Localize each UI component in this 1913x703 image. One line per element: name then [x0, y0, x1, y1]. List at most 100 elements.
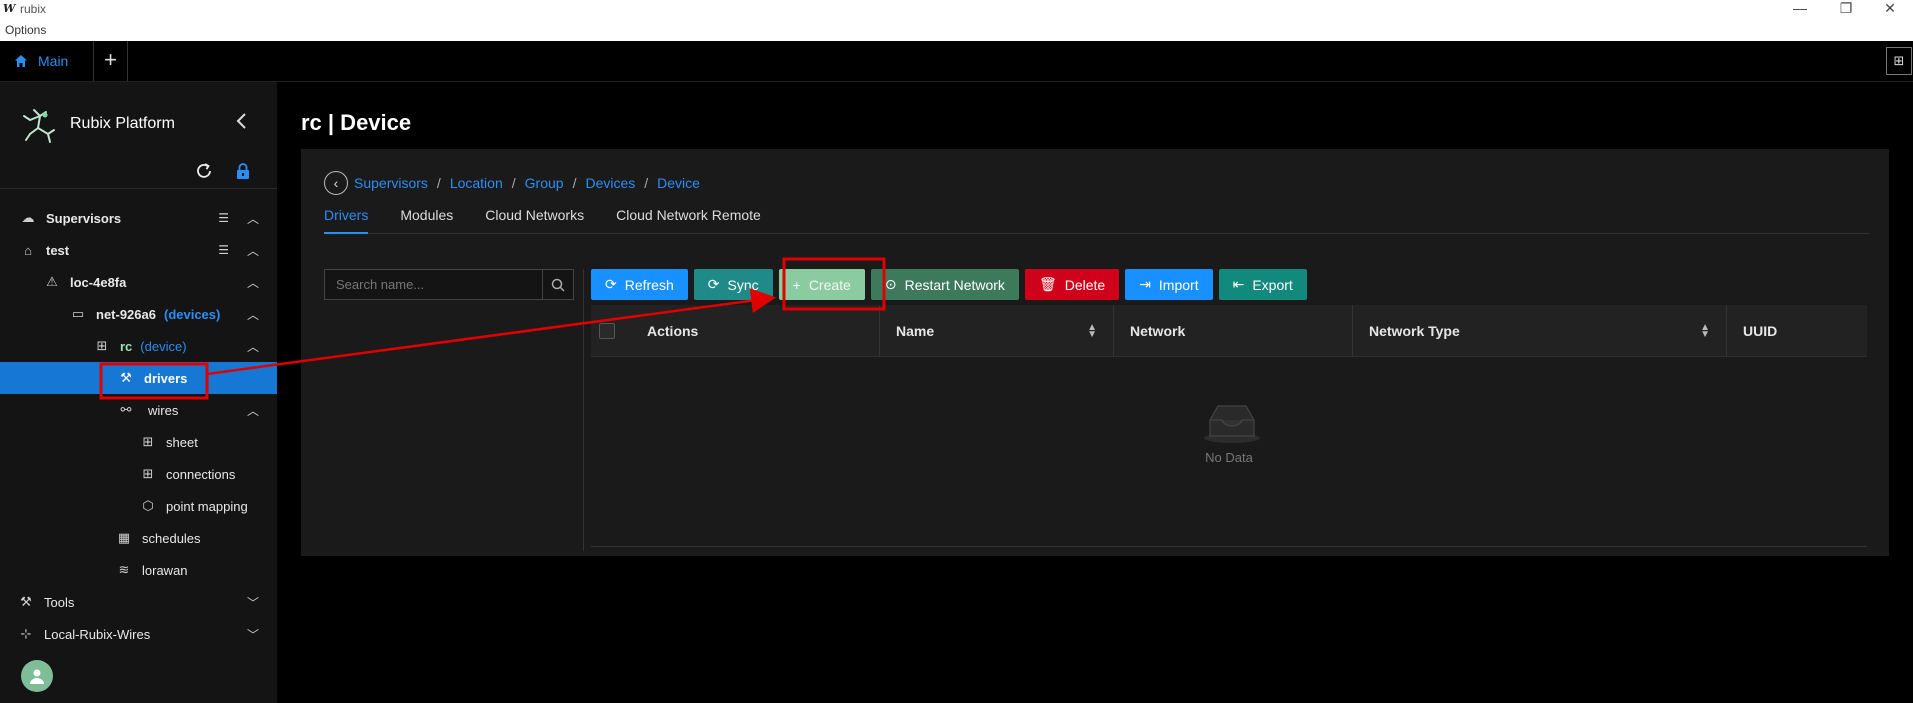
page-title: rc | Device: [301, 110, 412, 135]
panel-divider: [583, 269, 584, 551]
tab-modules[interactable]: Modules: [400, 205, 453, 234]
sidebar-item-point-mapping[interactable]: ⬡ point mapping: [0, 490, 277, 522]
sort-icon[interactable]: ▲ ▼: [1087, 322, 1097, 339]
chevron-down-icon[interactable]: ﹀: [247, 626, 259, 643]
sidebar-item-tag: (devices): [163, 306, 221, 322]
breadcrumb-devices[interactable]: Devices: [585, 175, 635, 191]
action-toolbar: ⟳ Refresh ⟳ Sync + Create ⊙ Restart Netw…: [591, 269, 1307, 300]
sidebar-item-network[interactable]: ▭ net-926a6 (devices) ︿: [0, 298, 277, 330]
window-title: rubix: [20, 2, 47, 16]
delete-button[interactable]: 🗑 Delete: [1024, 269, 1120, 300]
sidebar-item-tools[interactable]: ⚒ Tools ﹀: [0, 586, 277, 618]
connections-icon: ⊞: [142, 466, 154, 481]
menu-icon[interactable]: ☰: [218, 211, 229, 225]
chevron-up-icon[interactable]: ︿: [247, 274, 259, 291]
column-name[interactable]: Name ▲ ▼: [880, 304, 1114, 357]
sidebar-item-test[interactable]: ⌂ test ☰ ︿: [0, 234, 277, 266]
app-logo-icon: W: [3, 2, 16, 15]
empty-inbox-icon: [1204, 405, 1260, 443]
checkbox-box: [599, 322, 615, 339]
sidebar-item-sheet[interactable]: ⊞ sheet: [0, 426, 277, 458]
sidebar-item-label: Local-Rubix-Wires: [44, 626, 151, 642]
sidebar-item-device[interactable]: ⊞ rc (device) ︿: [0, 330, 277, 362]
sidebar-item-supervisors[interactable]: ☁ Supervisors ☰ ︿: [0, 202, 277, 234]
sidebar-item-connections[interactable]: ⊞ connections: [0, 458, 277, 490]
sidebar-item-label: Tools: [44, 594, 75, 610]
minimize-button[interactable]: —: [1777, 0, 1823, 18]
sidebar-item-local-rubix-wires[interactable]: ⊹ Local-Rubix-Wires ﹀: [0, 618, 277, 650]
select-all-checkbox[interactable]: [591, 305, 631, 357]
tab-drivers[interactable]: Drivers: [324, 205, 369, 234]
sidebar-item-wires[interactable]: ⚯ wires ︿: [0, 394, 277, 426]
sidebar-item-drivers[interactable]: ⚒ drivers: [0, 362, 277, 394]
sidebar-item-lorawan[interactable]: ≋ lorawan: [0, 554, 277, 586]
sidebar-item-location[interactable]: ⚠ loc-4e8fa ︿: [0, 266, 277, 298]
sidebar-item-label: sheet: [166, 434, 198, 450]
restore-button[interactable]: ❐: [1823, 0, 1869, 18]
column-label: Network: [1130, 322, 1186, 339]
sync-button[interactable]: ⟳ Sync: [693, 269, 773, 300]
avatar[interactable]: [21, 660, 53, 692]
mapping-icon: ⬡: [142, 498, 154, 513]
tab-cloud-network-remote[interactable]: Cloud Network Remote: [616, 205, 761, 234]
wifi-icon: ≋: [118, 562, 130, 577]
layout-toggle-icon[interactable]: ⊞: [1886, 47, 1912, 75]
tab-cloud-networks[interactable]: Cloud Networks: [485, 205, 584, 234]
collapse-sidebar-icon[interactable]: [235, 112, 247, 135]
add-tab-button[interactable]: +: [94, 41, 128, 81]
chevron-up-icon[interactable]: ︿: [247, 210, 259, 227]
chevron-up-icon[interactable]: ︿: [247, 338, 259, 355]
main-content: rc | Device ‹ Supervisors / Location / G…: [277, 82, 1913, 703]
breadcrumb-separator: /: [644, 175, 649, 191]
plus-icon: +: [792, 276, 801, 293]
no-data-text: No Data: [1205, 450, 1253, 465]
window-titlebar: W rubix Options — ❐ ✕: [0, 0, 1913, 41]
tab-main[interactable]: Main: [0, 41, 94, 81]
wrench-icon: ⚒: [120, 370, 132, 385]
restart-network-button[interactable]: ⊙ Restart Network: [870, 269, 1019, 300]
restart-button-label: Restart Network: [904, 276, 1005, 293]
search-button[interactable]: [542, 270, 573, 299]
sidebar-item-label: wires: [148, 402, 179, 418]
breadcrumb-device[interactable]: Device: [657, 175, 700, 191]
chevron-up-icon[interactable]: ︿: [247, 306, 259, 323]
sidebar-item-schedules[interactable]: ▦ schedules: [0, 522, 277, 554]
breadcrumb-group[interactable]: Group: [525, 175, 564, 191]
sidebar: Rubix Platform ☁ Supervisors ☰ ︿ ⌂ test ☰…: [0, 82, 277, 703]
back-icon[interactable]: ‹: [324, 171, 348, 195]
options-menu[interactable]: Options: [5, 23, 46, 37]
calendar-icon: ▦: [117, 530, 131, 545]
lock-icon[interactable]: [235, 162, 251, 180]
refresh-button[interactable]: ⟳ Refresh: [591, 269, 688, 300]
import-button[interactable]: ⇥ Import: [1125, 269, 1213, 300]
sync-icon: ⟳: [707, 276, 720, 292]
delete-button-label: Delete: [1064, 276, 1106, 293]
warning-triangle-icon: ⚠: [46, 274, 58, 289]
breadcrumb-separator: /: [436, 175, 441, 191]
content-panel: ‹ Supervisors / Location / Group / Devic…: [301, 149, 1889, 556]
chevron-up-icon[interactable]: ︿: [247, 402, 259, 419]
sidebar-item-label: rc: [120, 338, 133, 354]
menu-icon[interactable]: ☰: [218, 243, 229, 257]
export-button[interactable]: ⇤ Export: [1218, 269, 1307, 300]
column-actions: Actions: [631, 304, 880, 357]
chevron-up-icon[interactable]: ︿: [247, 242, 259, 259]
user-icon: [30, 669, 44, 684]
column-network-type[interactable]: Network Type ▲ ▼: [1353, 304, 1727, 357]
laptop-icon: ▭: [71, 306, 85, 321]
chevron-down-icon[interactable]: ﹀: [247, 594, 259, 611]
create-button[interactable]: + Create: [778, 269, 865, 300]
sidebar-item-label: schedules: [142, 530, 201, 546]
home-icon: [15, 55, 27, 67]
sort-icon[interactable]: ▲ ▼: [1700, 322, 1710, 339]
cloud-icon: ☁: [21, 210, 35, 225]
refresh-icon[interactable]: [195, 162, 213, 180]
search-input[interactable]: Search name...: [325, 270, 542, 299]
close-button[interactable]: ✕: [1867, 0, 1913, 18]
breadcrumb-location[interactable]: Location: [450, 175, 503, 191]
breadcrumb-supervisors[interactable]: Supervisors: [354, 175, 428, 191]
sync-button-label: Sync: [727, 276, 759, 293]
brand-name: Rubix Platform: [70, 115, 175, 132]
frog-logo-icon: [23, 109, 55, 143]
breadcrumb-separator: /: [572, 175, 577, 191]
